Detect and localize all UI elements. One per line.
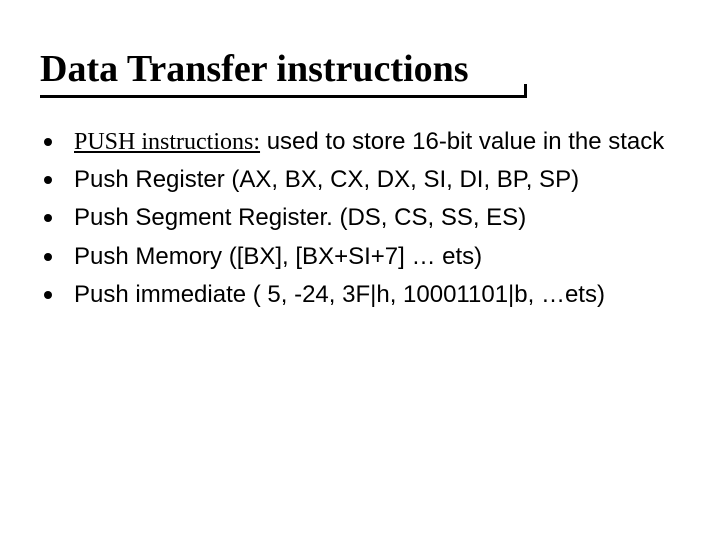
bullet-text: Push Segment Register. (DS, CS, SS, ES) (74, 202, 680, 234)
bullet-icon (44, 138, 52, 146)
bullet-lead: PUSH instructions: (74, 129, 260, 155)
bullet-text: Push Memory ([BX], [BX+SI+7] … ets) (74, 241, 680, 273)
bullet-icon (44, 176, 52, 184)
list-item: Push Memory ([BX], [BX+SI+7] … ets) (40, 241, 680, 273)
bullet-icon (44, 214, 52, 222)
bullet-rest: used to store 16-bit value in the stack (260, 128, 664, 155)
list-item: Push Register (AX, BX, CX, DX, SI, DI, B… (40, 164, 680, 196)
bullet-list: PUSH instructions: used to store 16-bit … (40, 126, 680, 312)
bullet-text: PUSH instructions: used to store 16-bit … (74, 126, 680, 158)
bullet-text: Push immediate ( 5, -24, 3F|h, 10001101|… (74, 279, 680, 311)
slide: Data Transfer instructions PUSH instruct… (0, 0, 720, 540)
title-underline (40, 95, 524, 98)
bullet-icon (44, 291, 52, 299)
list-item: PUSH instructions: used to store 16-bit … (40, 126, 680, 158)
slide-title: Data Transfer instructions (40, 48, 680, 92)
list-item: Push Segment Register. (DS, CS, SS, ES) (40, 202, 680, 234)
list-item: Push immediate ( 5, -24, 3F|h, 10001101|… (40, 279, 680, 311)
title-underline-end-tick (524, 84, 527, 98)
slide-title-wrap: Data Transfer instructions (40, 48, 680, 98)
bullet-icon (44, 253, 52, 261)
bullet-text: Push Register (AX, BX, CX, DX, SI, DI, B… (74, 164, 680, 196)
